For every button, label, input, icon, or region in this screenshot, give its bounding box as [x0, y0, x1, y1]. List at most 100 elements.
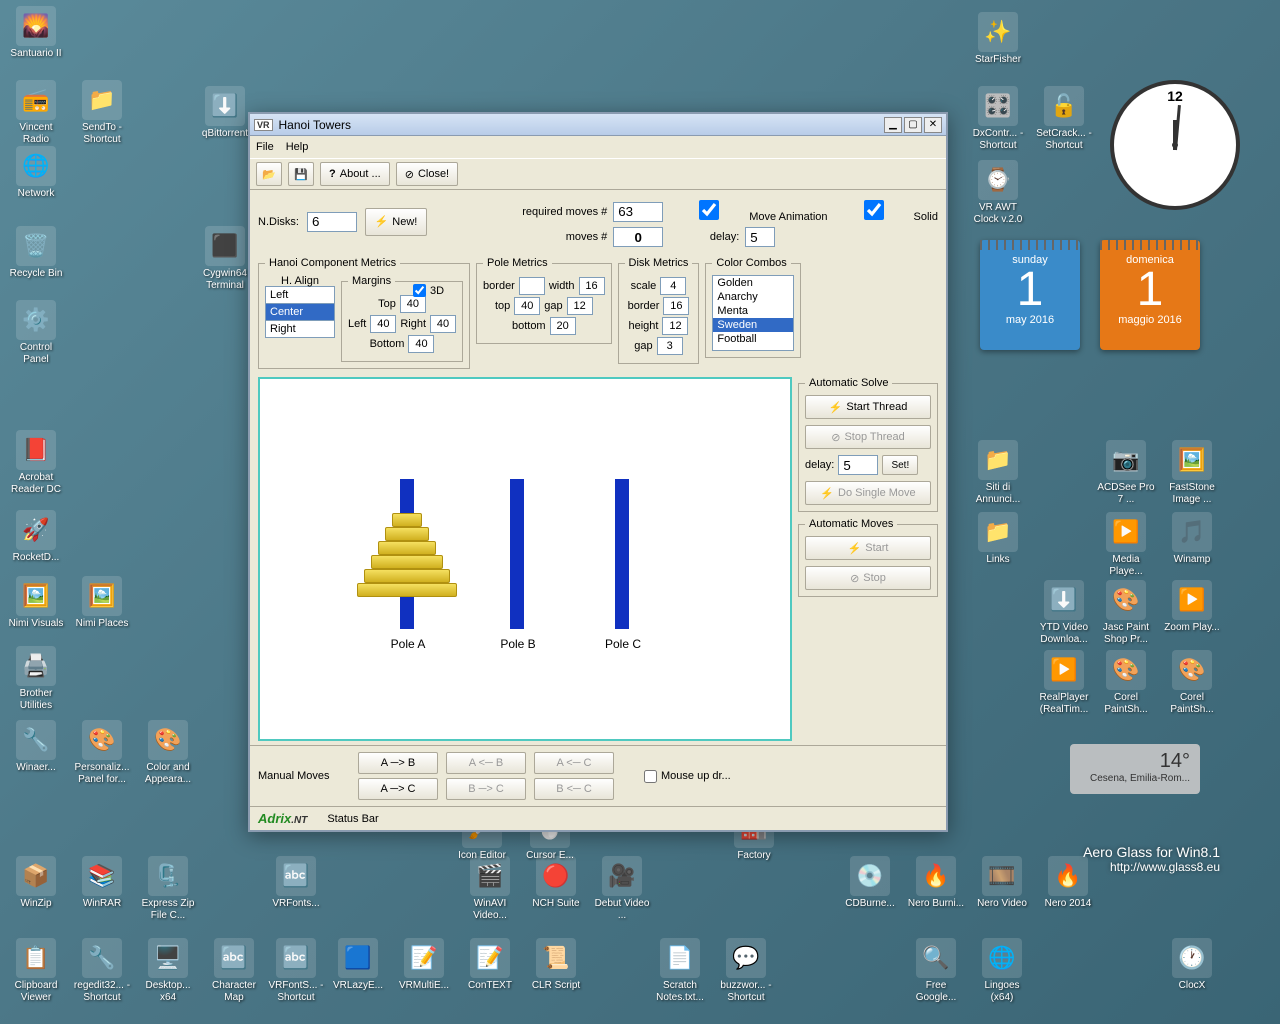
- desktop-icon[interactable]: 📝VRMultiE...: [394, 938, 454, 992]
- move-b-to-a-button[interactable]: A <─ B: [446, 752, 526, 774]
- disk-border-input[interactable]: [663, 297, 689, 315]
- desktop-icon[interactable]: 🖼️Nimi Places: [72, 576, 132, 630]
- desktop-icon[interactable]: ⬛Cygwin64 Terminal: [195, 226, 255, 292]
- disk-5[interactable]: [364, 569, 450, 583]
- desktop-icon[interactable]: 🔴NCH Suite: [526, 856, 586, 910]
- desktop-icon[interactable]: ⚙️Control Panel: [6, 300, 66, 366]
- desktop-icon[interactable]: ▶️RealPlayer (RealTim...: [1034, 650, 1094, 716]
- disk-4[interactable]: [371, 555, 443, 569]
- desktop-icon[interactable]: 📦WinZip: [6, 856, 66, 910]
- desktop-icon[interactable]: 🖥️Desktop... x64: [138, 938, 198, 1004]
- halign-center[interactable]: Center: [265, 303, 335, 321]
- set-delay-button[interactable]: Set!: [882, 455, 918, 475]
- desktop-icon[interactable]: 🔍Free Google...: [906, 938, 966, 1004]
- disk-height-input[interactable]: [662, 317, 688, 335]
- desktop-icon[interactable]: 🗑️Recycle Bin: [6, 226, 66, 280]
- desktop-icon[interactable]: ⌚VR AWT Clock v.2.0: [968, 160, 1028, 226]
- desktop-icon[interactable]: 📚WinRAR: [72, 856, 132, 910]
- color-listbox[interactable]: Golden Anarchy Menta Sweden Football: [712, 275, 794, 351]
- desktop-icon[interactable]: 🎨Jasc Paint Shop Pr...: [1096, 580, 1156, 646]
- maximize-button[interactable]: ▢: [904, 117, 922, 133]
- desktop-icon[interactable]: 🎥Debut Video ...: [592, 856, 652, 922]
- desktop-icon[interactable]: ▶️Zoom Play...: [1162, 580, 1222, 634]
- desktop-icon[interactable]: 🔤VRFonts...: [266, 856, 326, 910]
- desktop-icon[interactable]: 📁Siti di Annunci...: [968, 440, 1028, 506]
- margin-top-input[interactable]: [400, 295, 426, 313]
- solid-checkbox[interactable]: Solid: [834, 200, 938, 223]
- desktop-icon[interactable]: ⬇️qBittorrent: [195, 86, 255, 140]
- color-option[interactable]: Anarchy: [713, 290, 793, 304]
- pole-bottom-input[interactable]: [550, 317, 576, 335]
- desktop-icon[interactable]: 📝ConTEXT: [460, 938, 520, 992]
- desktop-icon[interactable]: 🖼️FastStone Image ...: [1162, 440, 1222, 506]
- auto-delay-input[interactable]: [838, 455, 878, 475]
- desktop-icon[interactable]: ▶️Media Playe...: [1096, 512, 1156, 578]
- disk-3[interactable]: [378, 541, 436, 555]
- about-button[interactable]: About ...: [320, 162, 390, 186]
- hanoi-canvas[interactable]: Pole A Pole B Pole C: [258, 377, 792, 741]
- menu-file[interactable]: File: [256, 141, 274, 153]
- automoves-stop-button[interactable]: Stop: [805, 566, 931, 590]
- desktop-icon[interactable]: 🎵Winamp: [1162, 512, 1222, 566]
- desktop-icon[interactable]: 🎨Corel PaintSh...: [1162, 650, 1222, 716]
- margin-bottom-input[interactable]: [408, 335, 434, 353]
- desktop-icon[interactable]: 📻Vincent Radio: [6, 80, 66, 146]
- desktop-icon[interactable]: 🌐Network: [6, 146, 66, 200]
- desktop-icon[interactable]: 💬buzzwor... - Shortcut: [716, 938, 776, 1004]
- desktop-icon[interactable]: 🌐Lingoes (x64): [972, 938, 1032, 1004]
- disk-gap-input[interactable]: [657, 337, 683, 355]
- desktop-icon[interactable]: 🎬WinAVI Video...: [460, 856, 520, 922]
- desktop-icon[interactable]: 📋Clipboard Viewer: [6, 938, 66, 1004]
- start-thread-button[interactable]: Start Thread: [805, 395, 931, 419]
- desktop-icon[interactable]: 📁SendTo - Shortcut: [72, 80, 132, 146]
- desktop-icon[interactable]: 🔤Character Map: [204, 938, 264, 1004]
- pole-c[interactable]: [615, 479, 629, 629]
- desktop-icon[interactable]: 🎨Corel PaintSh...: [1096, 650, 1156, 716]
- pole-top-input[interactable]: [514, 297, 540, 315]
- desktop-icon[interactable]: 🎞️Nero Video: [972, 856, 1032, 910]
- clock-gadget[interactable]: [1110, 80, 1240, 210]
- disk-6[interactable]: [357, 583, 457, 597]
- desktop-icon[interactable]: 📷ACDSee Pro 7 ...: [1096, 440, 1156, 506]
- new-button[interactable]: New!: [365, 208, 427, 236]
- weather-gadget[interactable]: 14° Cesena, Emilia-Rom...: [1070, 744, 1200, 794]
- desktop-icon[interactable]: ✨StarFisher: [968, 12, 1028, 66]
- minimize-button[interactable]: ▁: [884, 117, 902, 133]
- color-option[interactable]: Football: [713, 332, 793, 346]
- desktop-icon[interactable]: 🎨Personaliz... Panel for...: [72, 720, 132, 786]
- desktop-icon[interactable]: 🔓SetCrack... - Shortcut: [1034, 86, 1094, 152]
- desktop-icon[interactable]: ⬇️YTD Video Downloa...: [1034, 580, 1094, 646]
- halign-right[interactable]: Right: [265, 320, 335, 338]
- ndisks-input[interactable]: [307, 212, 357, 232]
- color-option[interactable]: Sweden: [713, 318, 793, 332]
- color-option[interactable]: Golden: [713, 276, 793, 290]
- pole-gap-input[interactable]: [567, 297, 593, 315]
- desktop-icon[interactable]: 📜CLR Script: [526, 938, 586, 992]
- desktop-icon[interactable]: 🕐ClocX: [1162, 938, 1222, 992]
- titlebar[interactable]: VR Hanoi Towers ▁ ▢ ✕: [250, 114, 946, 136]
- desktop-icon[interactable]: 🎨Color and Appeara...: [138, 720, 198, 786]
- desktop-icon[interactable]: 🗜️Express Zip File C...: [138, 856, 198, 922]
- move-c-to-b-button[interactable]: B <─ C: [534, 778, 614, 800]
- desktop-icon[interactable]: 💿CDBurne...: [840, 856, 900, 910]
- desktop-icon[interactable]: 🔤VRFontS... - Shortcut: [266, 938, 326, 1004]
- moves-field[interactable]: [613, 227, 663, 247]
- save-button[interactable]: [288, 162, 314, 186]
- close-app-button[interactable]: Close!: [396, 162, 458, 186]
- desktop-icon[interactable]: 📁Links: [968, 512, 1028, 566]
- desktop-icon[interactable]: 🔧regedit32... - Shortcut: [72, 938, 132, 1004]
- desktop-icon[interactable]: 🔥Nero Burni...: [906, 856, 966, 910]
- halign-left[interactable]: Left: [265, 286, 335, 304]
- single-move-button[interactable]: Do Single Move: [805, 481, 931, 505]
- pole-width-input[interactable]: [579, 277, 605, 295]
- desktop-icon[interactable]: 📕Acrobat Reader DC: [6, 430, 66, 496]
- desktop-icon[interactable]: 🎛️DxContr... - Shortcut: [968, 86, 1028, 152]
- delay-input[interactable]: [745, 227, 775, 247]
- close-button[interactable]: ✕: [924, 117, 942, 133]
- desktop-icon[interactable]: 🔧Winaer...: [6, 720, 66, 774]
- reqmoves-field[interactable]: [613, 202, 663, 222]
- desktop-icon[interactable]: 🖼️Nimi Visuals: [6, 576, 66, 630]
- open-button[interactable]: [256, 162, 282, 186]
- desktop-icon[interactable]: 🟦VRLazyE...: [328, 938, 388, 992]
- moveanim-checkbox[interactable]: Move Animation: [669, 200, 827, 223]
